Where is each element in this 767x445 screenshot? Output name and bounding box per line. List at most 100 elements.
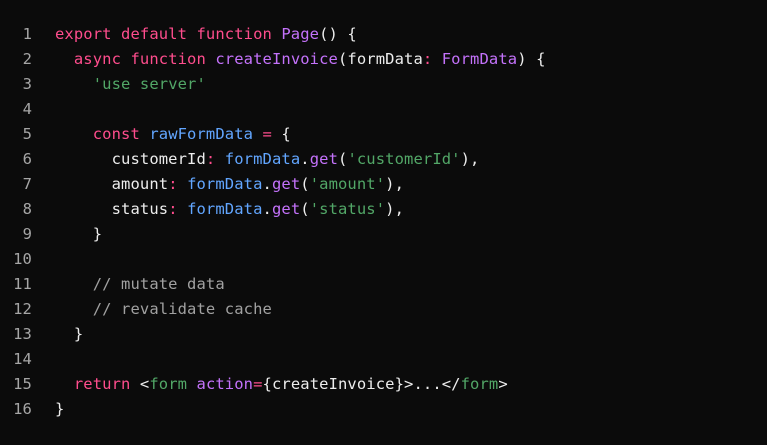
code-line: 13 } [0, 321, 767, 346]
code-line: 14 [0, 346, 767, 371]
code-text: customerId: formData.get('customerId'), [32, 150, 480, 168]
code-token: = [253, 374, 263, 393]
code-text: amount: formData.get('amount'), [32, 175, 404, 193]
code-token: () { [319, 24, 357, 43]
code-token: action [196, 374, 254, 393]
code-token: 'customerId' [347, 149, 461, 168]
code-token: customerId [55, 149, 206, 168]
line-number: 3 [22, 74, 32, 93]
line-number: 4 [22, 99, 32, 118]
code-text: } [32, 325, 83, 343]
code-token: : [205, 149, 225, 168]
line-number: 11 [13, 274, 32, 293]
code-text: // mutate data [32, 275, 225, 293]
code-token: export default function [55, 24, 282, 43]
code-line: 3 'use server' [0, 71, 767, 96]
code-token: // revalidate cache [55, 299, 272, 318]
line-number: 2 [22, 49, 32, 68]
code-token: 'status' [309, 199, 386, 218]
code-block: 1 export default function Page() {2 async… [0, 0, 767, 445]
code-token: { [281, 124, 291, 143]
code-token: ), [385, 199, 405, 218]
line-number: 14 [13, 349, 32, 368]
line-number: 15 [13, 374, 32, 393]
code-token: const [92, 124, 150, 143]
code-token: get [271, 199, 301, 218]
code-token: ), [460, 149, 480, 168]
code-token: : [168, 174, 188, 193]
code-line: 9 } [0, 221, 767, 246]
code-line: 8 status: formData.get('status'), [0, 196, 767, 221]
line-number: 1 [22, 24, 32, 43]
line-number: 5 [22, 124, 32, 143]
code-token: 'use server' [92, 74, 206, 93]
code-token: async function [73, 49, 216, 68]
code-text: return <form action={createInvoice}>...<… [32, 375, 508, 393]
line-number: 6 [22, 149, 32, 168]
code-token: FormData [441, 49, 518, 68]
code-token: 'amount' [309, 174, 386, 193]
code-line: 6 customerId: formData.get('customerId')… [0, 146, 767, 171]
code-text: 'use server' [32, 75, 206, 93]
code-token: (formData [337, 49, 423, 68]
code-line: 16} [0, 396, 767, 421]
code-token: > [498, 374, 508, 393]
code-text: const rawFormData = { [32, 125, 291, 143]
code-token: : [168, 199, 188, 218]
code-token: form [149, 374, 188, 393]
code-text: status: formData.get('status'), [32, 200, 404, 218]
code-token: } [55, 324, 84, 343]
code-token: amount [55, 174, 169, 193]
code-line: 7 amount: formData.get('amount'), [0, 171, 767, 196]
code-token: form [460, 374, 499, 393]
line-number: 10 [13, 249, 32, 268]
code-token: formData [187, 174, 263, 193]
code-line: 2 async function createInvoice(formData:… [0, 46, 767, 71]
code-line: 15 return <form action={createInvoice}>.… [0, 371, 767, 396]
code-line: 11 // mutate data [0, 271, 767, 296]
line-number: 16 [13, 399, 32, 418]
code-token: . [262, 174, 272, 193]
line-number: 12 [13, 299, 32, 318]
code-token: get [271, 174, 301, 193]
code-text: } [32, 400, 64, 418]
code-token: formData [224, 149, 301, 168]
code-token: . [262, 199, 272, 218]
line-number: 7 [22, 174, 32, 193]
code-token: ( [300, 174, 310, 193]
code-token: rawFormData [149, 124, 254, 143]
code-token: . [300, 149, 310, 168]
code-token: = [253, 124, 282, 143]
code-token: ( [300, 199, 310, 218]
code-line: 4 [0, 96, 767, 121]
code-token: status [55, 199, 169, 218]
line-number: 9 [22, 224, 32, 243]
code-token: formData [187, 199, 263, 218]
code-token: get [309, 149, 338, 168]
code-token: createInvoice [215, 49, 338, 68]
code-line: 5 const rawFormData = { [0, 121, 767, 146]
code-token: ) { [517, 49, 546, 68]
code-text: async function createInvoice(formData: F… [32, 50, 546, 68]
code-token: return [73, 374, 140, 393]
code-token: ), [385, 174, 405, 193]
code-text: } [32, 225, 102, 243]
line-number: 8 [22, 199, 32, 218]
code-token: // mutate data [55, 274, 225, 293]
code-token: : [422, 49, 442, 68]
code-token: } [55, 224, 103, 243]
code-token: Page [281, 24, 320, 43]
code-token: < [139, 374, 150, 393]
code-line: 1 export default function Page() { [0, 21, 767, 46]
code-token: {createInvoice}>...</ [262, 374, 461, 393]
code-line: 10 [0, 246, 767, 271]
code-line: 12 // revalidate cache [0, 296, 767, 321]
code-text: // revalidate cache [32, 300, 272, 318]
code-token: } [55, 399, 65, 418]
code-text: export default function Page() { [32, 25, 357, 43]
